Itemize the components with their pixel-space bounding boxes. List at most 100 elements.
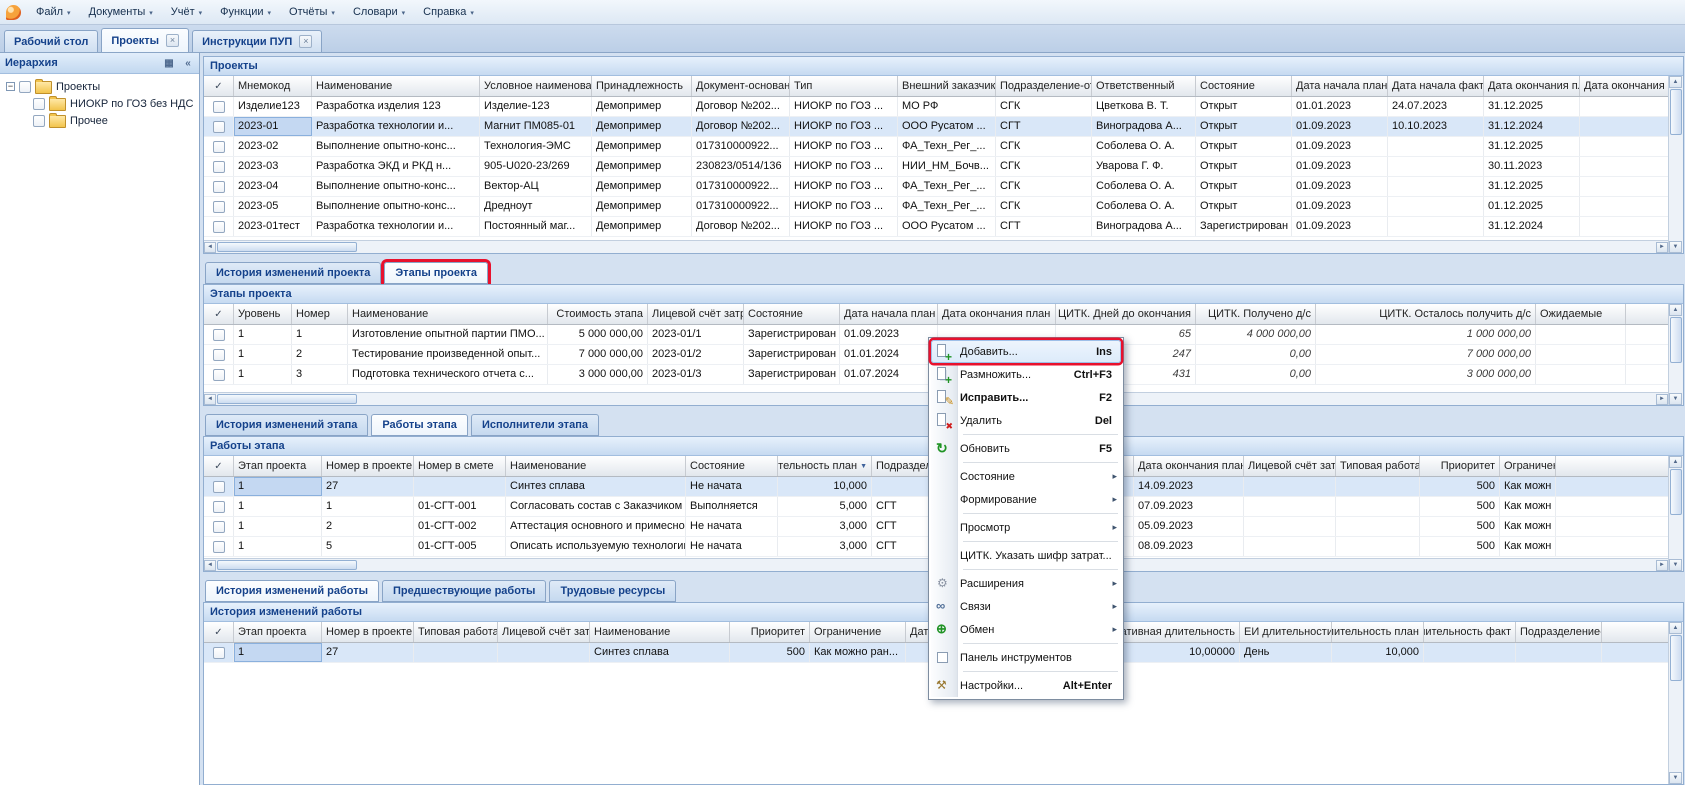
scrollbar-thumb[interactable] <box>217 560 357 570</box>
row-checkbox[interactable] <box>213 541 225 553</box>
menubar-item[interactable]: Функции▾ <box>212 2 279 22</box>
panel-tool-icon[interactable]: ▦ <box>161 56 177 71</box>
column-header[interactable]: Условное наименование <box>480 76 592 96</box>
table-row[interactable]: 2023-01тестРазработка технологии и...Пос… <box>204 217 1668 237</box>
column-header[interactable]: Типовая работа <box>1336 456 1420 476</box>
context-menu-item[interactable]: Размножить...Ctrl+F3 <box>931 363 1121 386</box>
column-header[interactable]: Нормативная длительность <box>1112 622 1240 642</box>
scroll-up-button[interactable]: ▲ <box>1669 622 1682 634</box>
tree-checkbox[interactable] <box>33 115 45 127</box>
subtab[interactable]: История изменений проекта <box>205 262 381 284</box>
subtab[interactable]: Исполнители этапа <box>471 414 599 436</box>
select-column-header[interactable]: ✓ <box>204 76 234 96</box>
column-header[interactable]: Ответственный <box>1092 76 1196 96</box>
menubar-item[interactable]: Файл▾ <box>28 2 79 22</box>
subtab[interactable]: История изменений работы <box>205 580 379 602</box>
column-header[interactable]: Мнемокод <box>234 76 312 96</box>
scrollbar-thumb[interactable] <box>1670 635 1682 681</box>
table-row[interactable]: Изделие123Разработка изделия 123Изделие-… <box>204 97 1668 117</box>
scroll-up-button[interactable]: ▲ <box>1669 76 1682 88</box>
column-header[interactable]: Состояние <box>744 304 840 324</box>
row-checkbox[interactable] <box>213 521 225 533</box>
subtab[interactable]: Предшествующие работы <box>382 580 546 602</box>
column-header[interactable]: Приоритет <box>1420 456 1500 476</box>
column-header[interactable]: Принадлежность <box>592 76 692 96</box>
column-header[interactable]: Дата начала план <box>840 304 938 324</box>
column-header[interactable]: ЦИТК. Дней до окончания <box>1056 304 1196 324</box>
column-header[interactable]: Длительность факт <box>1424 622 1516 642</box>
context-menu-item[interactable]: ОбновитьF5 <box>931 437 1121 460</box>
scroll-left-button[interactable]: ◄ <box>204 242 216 253</box>
collapse-sidebar-button[interactable]: « <box>180 56 196 71</box>
column-header[interactable]: Номер в проекте <box>322 456 414 476</box>
horizontal-scrollbar[interactable]: ◄► <box>204 240 1668 253</box>
column-header[interactable]: Наименование <box>348 304 548 324</box>
column-header[interactable]: Номер в смете <box>414 456 506 476</box>
close-icon[interactable]: × <box>166 34 179 47</box>
menubar-item[interactable]: Документы▾ <box>81 2 161 22</box>
context-menu-item[interactable]: ЦИТК. Указать шифр затрат... <box>931 544 1121 567</box>
row-checkbox[interactable] <box>213 121 225 133</box>
column-header[interactable]: Подразделение-отв <box>996 76 1092 96</box>
column-header[interactable]: Состояние <box>1196 76 1292 96</box>
column-header[interactable]: Длительность план <box>1332 622 1424 642</box>
scroll-down-button[interactable]: ▼ <box>1669 393 1682 405</box>
context-menu-item[interactable]: Расширения▸ <box>931 572 1121 595</box>
tab[interactable]: Инструкции ПУП× <box>192 30 322 52</box>
column-header[interactable]: Дата окончания план <box>1134 456 1244 476</box>
column-header[interactable]: Этап проекта <box>234 622 322 642</box>
column-header[interactable]: Длительность план▼ <box>778 456 872 476</box>
column-header[interactable]: Ограничение <box>1500 456 1556 476</box>
close-icon[interactable]: × <box>299 35 312 48</box>
context-menu-item[interactable]: Настройки...Alt+Enter <box>931 674 1121 697</box>
scrollbar-thumb[interactable] <box>217 242 357 252</box>
row-checkbox[interactable] <box>213 221 225 233</box>
column-header[interactable]: Типовая работа <box>414 622 498 642</box>
tree-item[interactable]: −Проекты <box>2 78 197 95</box>
tree-item[interactable]: Прочее <box>2 112 197 129</box>
context-menu-item[interactable]: Обмен▸ <box>931 618 1121 641</box>
context-menu-item[interactable]: Исправить...F2 <box>931 386 1121 409</box>
menubar-item[interactable]: Учёт▾ <box>163 2 210 22</box>
column-header[interactable]: Внешний заказчик <box>898 76 996 96</box>
table-row[interactable]: 2023-05Выполнение опытно-конс...Дредноут… <box>204 197 1668 217</box>
context-menu-item[interactable]: УдалитьDel <box>931 409 1121 432</box>
context-menu-item[interactable]: Добавить...Ins <box>931 340 1121 363</box>
scroll-down-button[interactable]: ▼ <box>1669 559 1682 571</box>
subtab[interactable]: Этапы проекта <box>384 262 488 284</box>
scroll-down-button[interactable]: ▼ <box>1669 241 1682 253</box>
scrollbar-thumb[interactable] <box>1670 89 1682 135</box>
menubar-item[interactable]: Справка▾ <box>415 2 482 22</box>
select-column-header[interactable]: ✓ <box>204 456 234 476</box>
row-checkbox[interactable] <box>213 201 225 213</box>
column-header[interactable]: Лицевой счёт затрат <box>498 622 590 642</box>
column-header[interactable]: Приоритет <box>730 622 810 642</box>
scrollbar-thumb[interactable] <box>217 394 357 404</box>
context-menu-item[interactable]: Панель инструментов <box>931 646 1121 669</box>
vertical-scrollbar[interactable]: ▲▼ <box>1668 76 1683 253</box>
row-checkbox[interactable] <box>213 481 225 493</box>
expander-icon[interactable]: − <box>6 82 15 91</box>
subtab[interactable]: Трудовые ресурсы <box>549 580 676 602</box>
tree-checkbox[interactable] <box>19 81 31 93</box>
row-checkbox[interactable] <box>213 161 225 173</box>
column-header[interactable]: Этап проекта <box>234 456 322 476</box>
column-header[interactable]: Дата начала факт. <box>1388 76 1484 96</box>
column-header[interactable]: Состояние <box>686 456 778 476</box>
column-header[interactable]: Уровень <box>234 304 292 324</box>
tab[interactable]: Рабочий стол <box>4 30 98 52</box>
row-checkbox[interactable] <box>213 349 225 361</box>
scrollbar-thumb[interactable] <box>1670 469 1682 515</box>
scroll-right-button[interactable]: ► <box>1656 560 1668 571</box>
scroll-right-button[interactable]: ► <box>1656 242 1668 253</box>
row-checkbox[interactable] <box>213 329 225 341</box>
column-header[interactable]: Дата окончания план <box>938 304 1056 324</box>
column-header[interactable]: Наименование <box>312 76 480 96</box>
context-menu-item[interactable]: Просмотр▸ <box>931 516 1121 539</box>
context-menu-item[interactable]: Связи▸ <box>931 595 1121 618</box>
tree-checkbox[interactable] <box>33 98 45 110</box>
subtab[interactable]: История изменений этапа <box>205 414 368 436</box>
scrollbar-thumb[interactable] <box>1670 317 1682 363</box>
column-header[interactable]: Лицевой счёт затрат <box>1244 456 1336 476</box>
column-header[interactable]: Подразделение-исп <box>1516 622 1602 642</box>
